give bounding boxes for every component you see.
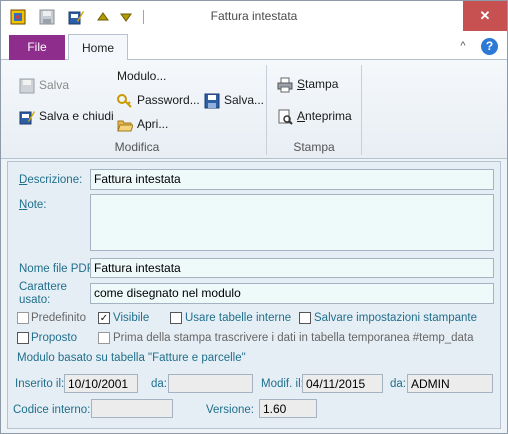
apri-label: Apri... xyxy=(137,117,169,132)
usare-tabelle-checkbox[interactable] xyxy=(170,312,182,324)
visibile-checkbox[interactable]: ✓ xyxy=(98,312,110,324)
save-icon xyxy=(19,78,35,94)
salvare-impostazioni-checkbox[interactable] xyxy=(299,312,311,324)
inserito-il-label: Inserito il: xyxy=(15,378,65,390)
versione-field[interactable]: 1.60 xyxy=(259,399,317,418)
help-icon[interactable]: ? xyxy=(481,38,498,55)
folder-open-icon xyxy=(117,117,134,133)
usare-tabelle-label: Usare tabelle interne xyxy=(185,312,292,324)
codice-interno-field[interactable] xyxy=(91,399,173,418)
predefinito-checkbox[interactable] xyxy=(17,312,29,324)
salva-e-chiudi-button[interactable]: Salva e chiudi xyxy=(19,109,114,125)
anteprima-label-rest: nteprima xyxy=(305,109,352,124)
visibile-label: Visibile xyxy=(113,312,150,324)
preview-icon xyxy=(277,109,293,125)
codice-interno-label: Codice interno: xyxy=(13,404,91,416)
modulo-button[interactable]: Modulo... xyxy=(117,69,166,83)
proposto-checkbox[interactable] xyxy=(17,332,29,344)
stampa-label-rest: tampa xyxy=(305,77,339,92)
descrizione-field[interactable]: Fattura intestata xyxy=(90,169,494,190)
da-label-2: da: xyxy=(390,378,406,390)
ribbon-collapse-icon[interactable]: ^ xyxy=(456,39,470,53)
nome-file-pdf-field[interactable]: Fattura intestata xyxy=(90,258,494,278)
salva-menu-label: Salva... xyxy=(224,93,265,108)
modif-il-label: Modif. il: xyxy=(261,378,304,390)
prima-stampa-label: Prima della stampa trascrivere i dati in… xyxy=(113,332,474,344)
printer-icon xyxy=(277,77,293,93)
stampa-group-label: Stampa xyxy=(293,140,335,154)
password-label: Password... xyxy=(137,93,200,108)
window-title: Fattura intestata xyxy=(210,9,298,23)
tab-file[interactable]: File xyxy=(9,35,65,60)
descrizione-label-rest: escrizione: xyxy=(27,174,83,186)
apri-button[interactable]: Apri... xyxy=(117,117,168,133)
modifica-group-label: Modifica xyxy=(114,140,160,154)
stampa-button[interactable]: Stampa xyxy=(277,77,338,93)
predefinito-label: Predefinito xyxy=(31,312,86,324)
password-button[interactable]: Password... xyxy=(117,93,200,109)
salva-label: Salva xyxy=(39,78,70,93)
salvare-impostazioni-label: Salvare impostazioni stampante xyxy=(314,312,477,324)
prima-stampa-checkbox[interactable] xyxy=(98,332,110,344)
da-field-1[interactable] xyxy=(168,374,253,393)
modif-il-field[interactable]: 04/11/2015 xyxy=(302,374,383,393)
window: Fattura intestata ✕ File Home ^ ? Salva … xyxy=(0,0,508,434)
nome-file-pdf-label: Nome file PDF: xyxy=(19,263,97,275)
versione-label: Versione: xyxy=(206,404,254,416)
stampa-label: Stampa xyxy=(297,77,339,92)
carattere-label: Carattere usato: xyxy=(19,281,67,307)
modulo-basato-note: Modulo basato su tabella "Fatture e parc… xyxy=(17,352,246,364)
da-label-1: da: xyxy=(151,378,167,390)
note-label: Note: xyxy=(19,199,47,211)
key-icon xyxy=(117,93,133,109)
modulo-label: Modulo... xyxy=(117,69,167,83)
carattere-label-line2: usato: xyxy=(19,294,51,306)
inserito-il-field[interactable]: 10/10/2001 xyxy=(64,374,138,393)
note-field[interactable] xyxy=(90,194,494,251)
anteprima-label: Anteprima xyxy=(297,109,352,124)
carattere-field[interactable]: come disegnato nel modulo xyxy=(90,283,494,304)
note-label-rest: ote: xyxy=(27,199,47,211)
group-separator xyxy=(361,65,362,155)
salva-menu-button[interactable]: Salva... xyxy=(204,93,264,109)
salva-e-chiudi-label: Salva e chiudi xyxy=(39,109,114,124)
save-icon xyxy=(204,93,220,109)
anteprima-button[interactable]: Anteprima xyxy=(277,109,352,125)
proposto-label: Proposto xyxy=(31,332,78,344)
da-field-2[interactable]: ADMIN xyxy=(407,374,493,393)
salva-button[interactable]: Salva xyxy=(19,78,69,94)
save-close-icon xyxy=(19,109,35,125)
tab-home[interactable]: Home xyxy=(68,34,128,61)
close-button[interactable]: ✕ xyxy=(463,1,507,31)
descrizione-label: Descrizione: xyxy=(19,174,83,186)
carattere-label-line1: Carattere xyxy=(19,281,67,293)
